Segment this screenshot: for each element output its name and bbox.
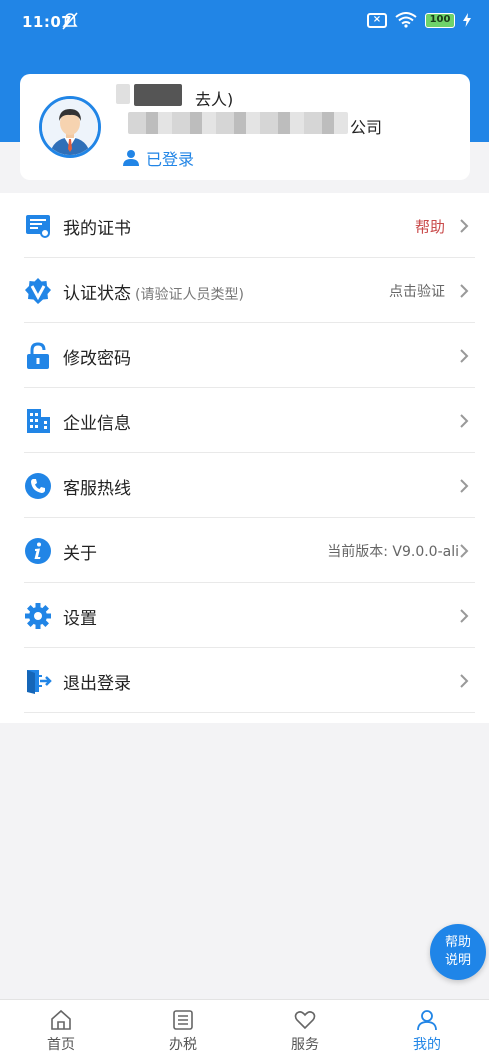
menu-item-verification[interactable]: 认证状态 (请验证人员类型) 点击验证 xyxy=(0,258,489,323)
tab-label: 首页 xyxy=(47,1037,75,1053)
chevron-right-icon xyxy=(460,219,469,233)
menu-item-certificate[interactable]: 我的证书 帮助 xyxy=(0,193,489,258)
help-float-line2: 说明 xyxy=(444,953,471,968)
document-icon xyxy=(173,1010,193,1030)
help-float-button[interactable]: 帮助 说明 xyxy=(430,924,486,980)
tab-mine[interactable]: 我的 xyxy=(366,1000,488,1059)
menu-list: 我的证书 帮助 认证状态 (请验证人员类型) 点击验证 修改密码 企业信息 客服… xyxy=(0,193,489,723)
tab-label: 我的 xyxy=(413,1037,441,1053)
menu-item-logout[interactable]: 退出登录 xyxy=(0,648,489,713)
help-link[interactable]: 帮助 xyxy=(415,216,445,237)
menu-item-change-password[interactable]: 修改密码 xyxy=(0,323,489,388)
avatar-person-icon xyxy=(42,99,98,155)
redacted-company xyxy=(128,112,348,134)
bottom-tab-bar: 首页 办税 服务 我的 xyxy=(0,999,489,1059)
gear-icon xyxy=(25,603,51,629)
version-text: 当前版本: V9.0.0-ali xyxy=(327,544,459,560)
verified-badge-icon xyxy=(25,278,51,304)
building-icon xyxy=(27,409,50,433)
menu-item-hotline[interactable]: 客服热线 xyxy=(0,453,489,518)
charging-icon xyxy=(463,13,471,27)
status-indicators: × 100 xyxy=(367,12,471,28)
menu-sublabel: (请验证人员类型) xyxy=(135,287,244,303)
tab-home[interactable]: 首页 xyxy=(0,1000,122,1059)
menu-item-settings[interactable]: 设置 xyxy=(0,583,489,648)
user-icon xyxy=(123,150,139,166)
bell-muted-icon xyxy=(62,12,78,30)
profile-card[interactable]: 去人) 公司 已登录 xyxy=(20,74,470,180)
tab-label: 服务 xyxy=(291,1037,319,1053)
chevron-right-icon xyxy=(460,414,469,428)
wifi-icon xyxy=(395,12,417,28)
menu-label-text: 认证状态 xyxy=(63,284,131,304)
chevron-right-icon xyxy=(460,609,469,623)
tab-service[interactable]: 服务 xyxy=(244,1000,366,1059)
chevron-right-icon xyxy=(460,479,469,493)
redacted-name xyxy=(116,84,130,104)
heart-icon xyxy=(294,1011,316,1030)
login-status-label: 已登录 xyxy=(146,150,195,169)
menu-label: 关于 xyxy=(63,544,97,564)
phone-icon xyxy=(25,473,51,499)
chevron-right-icon xyxy=(460,349,469,363)
menu-label: 退出登录 xyxy=(63,674,131,694)
divider xyxy=(24,712,475,713)
tab-label: 办税 xyxy=(169,1037,197,1053)
lock-icon xyxy=(27,342,49,369)
tab-tax[interactable]: 办税 xyxy=(122,1000,244,1059)
info-icon xyxy=(25,538,51,564)
verify-link[interactable]: 点击验证 xyxy=(389,281,445,301)
home-icon xyxy=(51,1009,71,1030)
certificate-icon xyxy=(26,215,50,238)
logout-icon xyxy=(27,670,52,694)
redacted-name xyxy=(134,84,182,106)
login-status: 已登录 xyxy=(122,146,194,170)
menu-label: 客服热线 xyxy=(63,479,131,499)
no-sim-icon: × xyxy=(367,12,387,28)
user-icon xyxy=(417,1010,437,1031)
help-float-line1: 帮助 xyxy=(444,935,471,950)
menu-item-about[interactable]: 关于 当前版本: V9.0.0-ali xyxy=(0,518,489,583)
avatar[interactable] xyxy=(39,96,101,158)
menu-item-company-info[interactable]: 企业信息 xyxy=(0,388,489,453)
menu-label: 企业信息 xyxy=(63,414,131,434)
chevron-right-icon xyxy=(460,284,469,298)
menu-label: 我的证书 xyxy=(63,219,131,239)
profile-company: 公司 xyxy=(350,118,383,137)
menu-label: 认证状态 (请验证人员类型) xyxy=(63,279,244,304)
status-bar: 11:07 × 100 xyxy=(0,0,489,44)
profile-name: 去人) xyxy=(195,90,234,109)
chevron-right-icon xyxy=(460,674,469,688)
menu-label: 设置 xyxy=(63,609,97,629)
battery-icon: 100 xyxy=(425,12,455,28)
chevron-right-icon xyxy=(460,544,469,558)
menu-label: 修改密码 xyxy=(63,349,131,369)
